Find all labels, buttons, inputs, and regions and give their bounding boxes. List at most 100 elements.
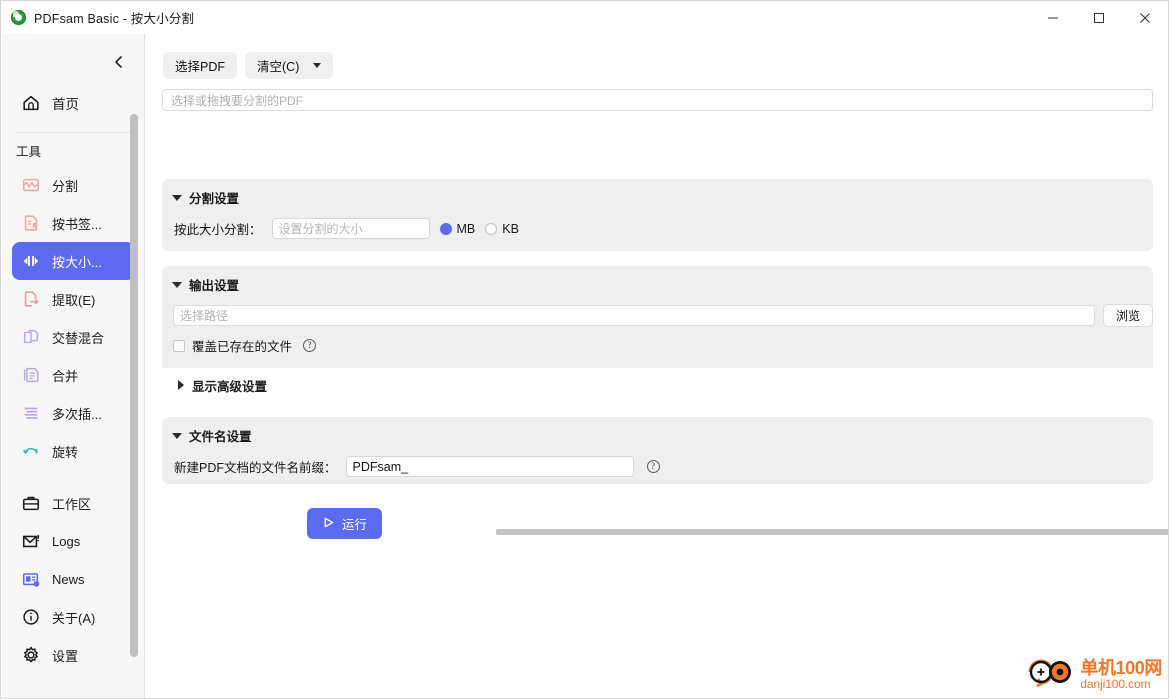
- sidebar-item-merge[interactable]: 合并: [12, 356, 135, 394]
- output-path-row: 浏览: [162, 294, 1153, 327]
- sidebar-item-label: 关于(A): [52, 610, 96, 626]
- sidebar-scrollbar-thumb[interactable]: [130, 114, 138, 657]
- sidebar-item-split-by-bookmarks[interactable]: 按书签...: [12, 204, 135, 242]
- clear-button[interactable]: 清空(C): [245, 52, 334, 79]
- sidebar-item-label: 旋转: [52, 444, 79, 460]
- close-icon[interactable]: [1122, 1, 1168, 34]
- sidebar-item-workspace[interactable]: 工作区: [12, 484, 135, 522]
- browse-button[interactable]: 浏览: [1102, 304, 1153, 327]
- info-circle-icon: [20, 606, 42, 628]
- application-window: PDFsam Basic - 按大小分割 首页 工具 分割 按书签... 按大小…: [0, 0, 1169, 699]
- filename-prefix-row: 新建PDF文档的文件名前缀： ?: [162, 445, 1153, 477]
- filename-settings-header[interactable]: 文件名设置: [162, 417, 1153, 445]
- pdf-dropzone-placeholder: 选择或拖拽要分割的PDF: [171, 93, 304, 108]
- filename-settings-title: 文件名设置: [189, 430, 252, 444]
- home-icon: [20, 92, 42, 114]
- sidebar-item-label: 设置: [52, 648, 79, 664]
- run-button-label: 运行: [341, 518, 367, 532]
- split-size-label: 按此大小分割：: [174, 223, 262, 237]
- sidebar-item-label: 提取(E): [52, 292, 96, 308]
- filename-prefix-label: 新建PDF文档的文件名前缀：: [174, 461, 337, 475]
- news-icon: [20, 568, 42, 590]
- logs-envelope-icon: [20, 530, 42, 552]
- sidebar-item-label: 合并: [52, 368, 79, 384]
- split-size-input[interactable]: [271, 218, 430, 239]
- question-circle-icon[interactable]: ?: [646, 460, 660, 473]
- sidebar-item-label: 按书签...: [52, 216, 102, 232]
- unit-label-mb: MB: [456, 221, 476, 236]
- sidebar-item-extract[interactable]: 提取(E): [12, 280, 135, 318]
- sidebar-item-multi-insert[interactable]: 多次插...: [12, 394, 135, 432]
- question-circle-icon[interactable]: ?: [303, 339, 317, 352]
- filename-prefix-input[interactable]: [345, 456, 634, 477]
- show-advanced-settings-label: 显示高级设置: [192, 379, 268, 394]
- output-settings-title: 输出设置: [189, 279, 240, 293]
- select-pdf-label: 选择PDF: [175, 60, 226, 74]
- sidebar-item-about[interactable]: 关于(A): [12, 598, 135, 636]
- output-settings-panel: 输出设置 浏览 覆盖已存在的文件 ? 显示高级设置: [162, 266, 1153, 402]
- overwrite-checkbox[interactable]: [173, 339, 185, 352]
- progress-bar: [496, 529, 1168, 535]
- split-settings-header[interactable]: 分割设置: [162, 179, 1153, 207]
- unit-radio-kb[interactable]: KB: [485, 222, 519, 236]
- unit-label-kb: KB: [502, 221, 519, 236]
- sidebar-divider: [16, 132, 133, 133]
- sidebar-group-tools-label: 工具: [16, 145, 42, 159]
- select-pdf-button[interactable]: 选择PDF: [163, 52, 238, 79]
- pdf-dropzone[interactable]: 选择或拖拽要分割的PDF: [162, 89, 1153, 111]
- sidebar-item-label: Logs: [52, 533, 81, 549]
- filename-settings-panel: 文件名设置 新建PDF文档的文件名前缀： ?: [162, 417, 1153, 484]
- extract-icon: [20, 288, 42, 310]
- triangle-right-icon: [178, 380, 184, 390]
- watermark-subtitle: danji100.com: [1080, 676, 1151, 691]
- title-bar: PDFsam Basic - 按大小分割: [1, 1, 1168, 34]
- output-path-input[interactable]: [173, 305, 1095, 326]
- overwrite-row[interactable]: 覆盖已存在的文件 ?: [162, 327, 1153, 355]
- multi-insert-icon: [20, 402, 42, 424]
- watermark-text: 单机100网 danji100.com: [1080, 659, 1162, 690]
- run-button[interactable]: 运行: [307, 508, 382, 539]
- danji-logo-icon: [1024, 655, 1076, 694]
- sidebar-item-label: 交替混合: [52, 330, 105, 346]
- unit-radio-mb[interactable]: MB: [439, 221, 476, 236]
- watermark-title: 单机100网: [1080, 658, 1162, 679]
- split-by-bookmarks-icon: [20, 212, 42, 234]
- toolbar: 选择PDF 清空(C): [163, 52, 334, 79]
- sidebar-scroll-area: 首页 工具 分割 按书签... 按大小... 提取(E) 交替混合 合并 多次插…: [2, 76, 145, 698]
- sidebar-item-label: 分割: [52, 178, 79, 194]
- sidebar-item-rotate[interactable]: 旋转: [12, 432, 135, 470]
- sidebar: 首页 工具 分割 按书签... 按大小... 提取(E) 交替混合 合并 多次插…: [2, 34, 145, 698]
- sidebar-item-label: 首页: [52, 97, 79, 112]
- sidebar-item-split-by-size[interactable]: 按大小...: [12, 242, 135, 280]
- triangle-down-icon: [172, 281, 182, 288]
- caret-down-icon: [313, 63, 322, 68]
- sidebar-item-home[interactable]: 首页: [12, 82, 135, 124]
- output-settings-header[interactable]: 输出设置: [162, 266, 1153, 294]
- sidebar-item-label: 工作区: [52, 496, 92, 512]
- sidebar-item-label: News: [52, 571, 85, 587]
- overwrite-label: 覆盖已存在的文件: [192, 340, 293, 354]
- maximize-icon[interactable]: [1076, 1, 1122, 34]
- minimize-icon[interactable]: [1030, 1, 1076, 34]
- sidebar-item-settings[interactable]: 设置: [12, 636, 135, 674]
- title-bar-left: PDFsam Basic - 按大小分割: [1, 8, 194, 27]
- sidebar-item-label: 按大小...: [52, 254, 102, 270]
- triangle-down-icon: [172, 194, 182, 201]
- show-advanced-settings-toggle[interactable]: 显示高级设置: [162, 368, 1153, 402]
- radio-dot-mb-icon: [439, 222, 452, 235]
- sidebar-item-split[interactable]: 分割: [12, 166, 135, 204]
- sidebar-item-alternate-mix[interactable]: 交替混合: [12, 318, 135, 356]
- gear-icon: [20, 644, 42, 666]
- workspace-briefcase-icon: [20, 492, 42, 514]
- window-controls: [1030, 1, 1168, 34]
- split-icon: [20, 174, 42, 196]
- sidebar-item-logs[interactable]: Logs: [12, 522, 135, 560]
- rotate-icon: [20, 440, 42, 462]
- split-size-row: 按此大小分割： MB KB: [162, 207, 1153, 239]
- chevron-left-icon[interactable]: [108, 51, 130, 73]
- sidebar-item-news[interactable]: News: [12, 560, 135, 598]
- split-settings-panel: 分割设置 按此大小分割： MB KB: [162, 179, 1153, 251]
- radio-dot-kb-icon: [485, 222, 498, 235]
- main-content: 选择PDF 清空(C) 选择或拖拽要分割的PDF 分割设置 按此大小分割： MB: [146, 34, 1168, 698]
